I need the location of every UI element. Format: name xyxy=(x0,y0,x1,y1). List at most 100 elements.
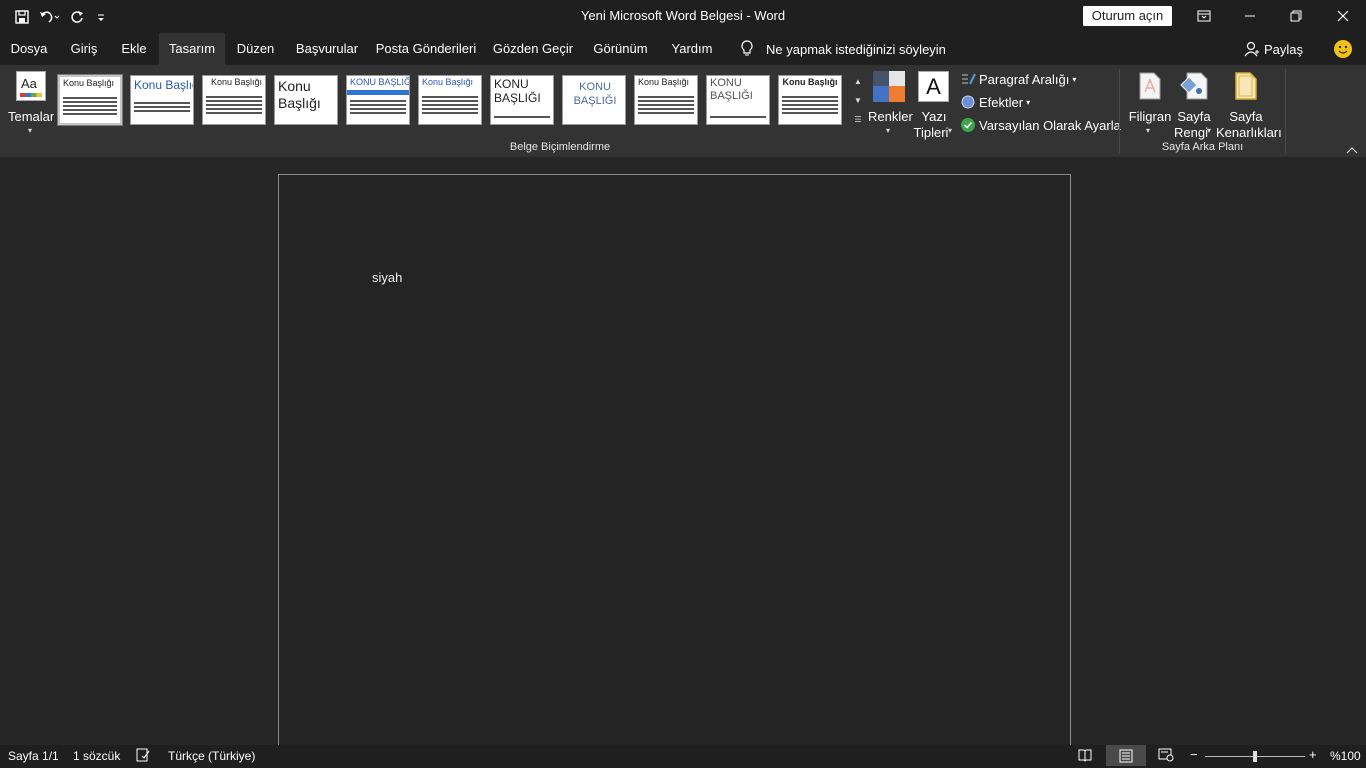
tell-me-label: Ne yapmak istediğinizi söyleyin xyxy=(766,41,946,57)
style-set-5[interactable]: KONU BAŞLIĞI xyxy=(346,75,410,125)
style-set-title: Konu Başlığı xyxy=(638,77,690,87)
zoom-out-button[interactable]: − xyxy=(1190,747,1198,762)
redo-icon[interactable] xyxy=(68,6,86,28)
page-borders-button[interactable]: Sayfa Kenarlıkları xyxy=(1216,69,1282,140)
set-as-default-label: Varsayılan Olarak Ayarla xyxy=(979,117,1121,133)
style-set-title: Konu Başlığı xyxy=(782,77,838,87)
undo-icon[interactable] xyxy=(38,6,60,28)
person-icon xyxy=(1244,41,1259,57)
close-icon[interactable] xyxy=(1320,0,1366,32)
share-button[interactable]: Paylaş xyxy=(1244,33,1303,65)
page-color-button[interactable]: Sayfa Rengi ▾ xyxy=(1172,69,1216,140)
tab-basvurular[interactable]: Başvurular xyxy=(286,33,368,65)
restore-icon[interactable] xyxy=(1273,0,1319,32)
save-icon[interactable] xyxy=(14,6,30,28)
collapse-ribbon-icon[interactable] xyxy=(1345,142,1359,154)
themes-button[interactable]: Aa Temalar ▾ xyxy=(8,69,54,135)
document-page[interactable]: siyah xyxy=(278,174,1071,754)
fonts-icon: A xyxy=(918,71,949,102)
style-set-title: Konu Başlığı xyxy=(63,78,115,88)
read-mode-icon[interactable] xyxy=(1078,748,1092,765)
style-set-11[interactable]: Konu Başlığı xyxy=(778,75,842,125)
tab-ekle[interactable]: Ekle xyxy=(110,33,158,65)
share-label: Paylaş xyxy=(1264,41,1304,57)
style-set-1[interactable]: Konu Başlığı xyxy=(57,74,123,126)
group-label-document-formatting: Belge Biçimlendirme xyxy=(509,141,611,153)
themes-label: Temalar xyxy=(8,109,55,124)
lightbulb-icon xyxy=(741,40,753,56)
style-set-title: KONU BAŞLIĞI xyxy=(350,77,410,87)
zoom-in-button[interactable]: + xyxy=(1309,747,1317,762)
style-set-10[interactable]: KONU BAŞLIĞI xyxy=(706,75,770,125)
page-color-icon xyxy=(1180,72,1208,100)
group-label-page-background: Sayfa Arka Planı xyxy=(1161,141,1244,153)
effects-button[interactable]: Efektler ▾ xyxy=(960,93,1030,111)
themes-icon: Aa xyxy=(16,71,46,101)
gallery-scroll-up-icon[interactable]: ▲ xyxy=(852,72,864,91)
effects-icon xyxy=(961,95,975,109)
fonts-dropdown-icon: ▾ xyxy=(948,126,953,135)
style-set-title: Konu Başlığı xyxy=(134,78,193,92)
language-indicator[interactable]: Türkçe (Türkiye) xyxy=(168,749,255,763)
tab-gorunum[interactable]: Görünüm xyxy=(582,33,659,65)
style-set-9[interactable]: Konu Başlığı xyxy=(634,75,698,125)
quick-access-toolbar xyxy=(14,6,116,28)
tab-dosya[interactable]: Dosya xyxy=(0,33,58,65)
style-set-title: KONU BAŞLIĞI xyxy=(573,81,617,107)
print-layout-icon[interactable] xyxy=(1106,745,1146,766)
style-set-3[interactable]: Konu Başlığı xyxy=(202,75,266,125)
tab-duzen[interactable]: Düzen xyxy=(225,33,286,65)
ribbon-tabs: Dosya Giriş Ekle Tasarım Düzen Başvurula… xyxy=(0,33,1366,65)
tab-yardim[interactable]: Yardım xyxy=(659,33,725,65)
tab-gozden-gecir[interactable]: Gözden Geçir xyxy=(484,33,582,65)
web-layout-icon[interactable] xyxy=(1158,748,1174,765)
tab-posta-gonderileri[interactable]: Posta Gönderileri xyxy=(368,33,484,65)
style-set-6[interactable]: Konu Başlığı xyxy=(418,75,482,125)
page-count[interactable]: Sayfa 1/1 xyxy=(8,749,59,763)
gallery-more-icon[interactable]: ☰ xyxy=(852,110,864,129)
fonts-button[interactable]: A Yazı Tipleri ▾ xyxy=(912,69,956,140)
feedback-smiley-icon[interactable] xyxy=(1334,40,1352,58)
paragraph-spacing-label: Paragraf Aralığı xyxy=(979,71,1070,87)
page-color-label-line2: Rengi xyxy=(1174,125,1208,140)
paragraph-spacing-button[interactable]: Paragraf Aralığı ▾ xyxy=(960,70,1076,88)
sign-in-button[interactable]: Oturum açın xyxy=(1083,6,1172,26)
style-set-7[interactable]: KONU BAŞLIĞI xyxy=(490,75,554,125)
tab-giris[interactable]: Giriş xyxy=(58,33,110,65)
page-color-label-line1: Sayfa xyxy=(1177,109,1211,124)
style-set-gallery: Konu Başlığı Konu Başlığı Konu Başlığı K… xyxy=(56,72,864,130)
set-as-default-button[interactable]: Varsayılan Olarak Ayarla xyxy=(960,116,1121,134)
effects-label: Efektler xyxy=(979,94,1024,110)
colors-icon xyxy=(873,71,905,102)
colors-button[interactable]: Renkler ▾ xyxy=(868,69,913,135)
zoom-slider[interactable] xyxy=(1205,751,1305,762)
word-count[interactable]: 1 sözcük xyxy=(73,749,120,763)
group-separator xyxy=(1285,69,1286,153)
style-set-title: Konu Başlığı xyxy=(278,78,321,111)
style-set-4[interactable]: Konu Başlığı xyxy=(274,75,338,125)
style-set-2[interactable]: Konu Başlığı xyxy=(130,75,194,125)
colors-label: Renkler xyxy=(868,109,913,124)
page-borders-icon xyxy=(1235,72,1257,100)
ribbon-display-options-icon[interactable] xyxy=(1181,0,1227,32)
document-canvas: siyah xyxy=(0,157,1366,754)
gallery-scroll-down-icon[interactable]: ▼ xyxy=(852,91,864,110)
minimize-icon[interactable] xyxy=(1227,0,1273,32)
checkmark-icon xyxy=(961,118,975,132)
effects-dropdown-icon: ▾ xyxy=(1026,97,1031,107)
fonts-label-line1: Yazı xyxy=(921,109,947,124)
zoom-slider-thumb[interactable] xyxy=(1253,751,1257,762)
title-bar: Yeni Microsoft Word Belgesi - Word Oturu… xyxy=(0,0,1366,33)
watermark-button[interactable]: Filigran ▾ xyxy=(1128,69,1172,135)
paragraph-spacing-icon xyxy=(962,73,976,85)
zoom-level[interactable]: %100 xyxy=(1330,749,1361,763)
page-borders-label-line1: Sayfa xyxy=(1229,109,1263,124)
style-set-8[interactable]: KONU BAŞLIĞI xyxy=(562,75,626,125)
paragraph-spacing-dropdown-icon: ▾ xyxy=(1072,74,1077,84)
tab-tasarim[interactable]: Tasarım xyxy=(159,33,225,65)
tell-me-search[interactable]: Ne yapmak istediğinizi söyleyin xyxy=(740,33,946,65)
gallery-scroll: ▲ ▼ ☰ xyxy=(852,72,864,130)
document-text[interactable]: siyah xyxy=(372,270,402,285)
customize-icon[interactable] xyxy=(94,6,108,28)
proofing-icon[interactable] xyxy=(136,748,150,765)
